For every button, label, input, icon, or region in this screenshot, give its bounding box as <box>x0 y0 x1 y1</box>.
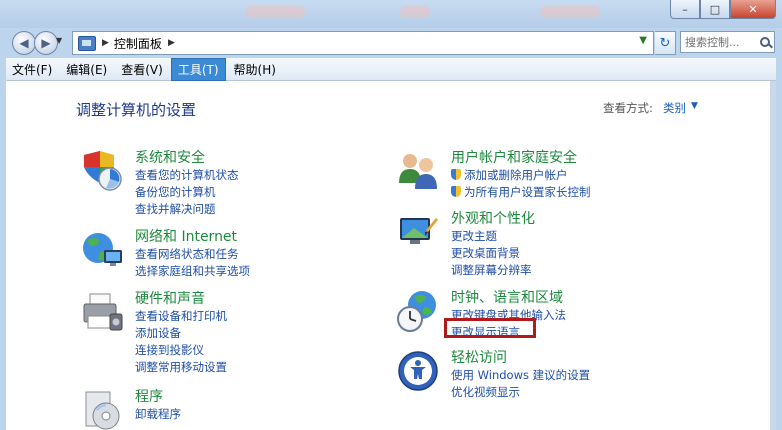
uac-shield-icon <box>451 186 461 197</box>
category-links: 卸载程序 <box>135 406 181 423</box>
display-personalize-icon[interactable] <box>396 210 440 254</box>
category-links: 添加或删除用户帐户 为所有用户设置家长控制 <box>451 167 591 201</box>
forward-button[interactable]: ▶ <box>34 31 58 55</box>
close-button[interactable]: ✕ <box>730 0 776 19</box>
menu-file[interactable]: 文件(F) <box>6 59 58 80</box>
link-change-theme[interactable]: 更改主题 <box>451 228 532 245</box>
link-add-device[interactable]: 添加设备 <box>135 325 227 342</box>
breadcrumb-chevron-icon[interactable]: ▶ <box>168 38 175 48</box>
clock-globe-icon[interactable] <box>396 289 440 333</box>
back-button[interactable]: ◀ <box>12 31 36 55</box>
category-title[interactable]: 系统和安全 <box>135 147 205 167</box>
menu-bar: 文件(F) 编辑(E) 查看(V) 工具(T) 帮助(H) <box>6 57 776 81</box>
category-title[interactable]: 时钟、语言和区域 <box>451 287 563 307</box>
category-title[interactable]: 硬件和声音 <box>135 288 205 308</box>
link-text: 为所有用户设置家长控制 <box>464 185 591 199</box>
category-links: 更改主题 更改桌面背景 调整屏幕分辨率 <box>451 228 532 279</box>
view-by-chevron-icon[interactable]: ▼ <box>691 101 698 111</box>
link-uninstall-program[interactable]: 卸载程序 <box>135 406 181 423</box>
category-title[interactable]: 网络和 Internet <box>135 226 237 246</box>
link-homegroup-sharing[interactable]: 选择家庭组和共享选项 <box>135 263 250 280</box>
link-change-background[interactable]: 更改桌面背景 <box>451 245 532 262</box>
control-panel-content: 调整计算机的设置 查看方式: 类别 ▼ 系统和安全 查看您的计算机状态 备份您的… <box>6 81 776 430</box>
category-links: 查看设备和打印机 添加设备 连接到投影仪 调整常用移动设置 <box>135 308 227 376</box>
title-glow <box>400 6 430 18</box>
window-controls: – □ ✕ <box>670 0 776 19</box>
link-parental-controls[interactable]: 为所有用户设置家长控制 <box>451 184 591 201</box>
ease-of-access-icon[interactable] <box>396 349 440 393</box>
link-view-computer-status[interactable]: 查看您的计算机状态 <box>135 167 239 184</box>
link-mobility-settings[interactable]: 调整常用移动设置 <box>135 359 227 376</box>
breadcrumb-separator-icon[interactable]: ▶ <box>102 38 109 48</box>
window-right-border <box>770 81 776 430</box>
address-dropdown-icon[interactable]: ▼ <box>639 35 647 46</box>
link-connect-projector[interactable]: 连接到投影仪 <box>135 342 227 359</box>
menu-tools[interactable]: 工具(T) <box>170 57 226 81</box>
title-bar: – □ ✕ <box>0 0 782 28</box>
highlight-box <box>444 318 536 338</box>
category-title[interactable]: 用户帐户和家庭安全 <box>451 147 577 167</box>
breadcrumb-control-panel[interactable]: 控制面板 <box>114 35 162 52</box>
category-title[interactable]: 程序 <box>135 386 163 406</box>
menu-help[interactable]: 帮助(H) <box>228 59 282 80</box>
category-title[interactable]: 轻松访问 <box>451 347 507 367</box>
category-links: 查看您的计算机状态 备份您的计算机 查找并解决问题 <box>135 167 239 218</box>
programs-disc-icon[interactable] <box>80 388 124 430</box>
category-links: 使用 Windows 建议的设置 优化视频显示 <box>451 367 590 401</box>
maximize-button[interactable]: □ <box>700 0 730 19</box>
link-view-network-status[interactable]: 查看网络状态和任务 <box>135 246 250 263</box>
navigation-bar: ◀ ▶ ▼ ▶ 控制面板 ▶ ▼ ↻ <box>0 28 782 58</box>
view-by-dropdown[interactable]: 类别 <box>663 100 686 116</box>
users-icon[interactable] <box>396 149 440 193</box>
link-troubleshoot[interactable]: 查找并解决问题 <box>135 201 239 218</box>
link-windows-recommended-settings[interactable]: 使用 Windows 建议的设置 <box>451 367 590 384</box>
search-box[interactable] <box>680 31 775 53</box>
link-devices-printers[interactable]: 查看设备和打印机 <box>135 308 227 325</box>
link-add-remove-users[interactable]: 添加或删除用户帐户 <box>451 167 591 184</box>
search-icon[interactable] <box>760 37 770 47</box>
minimize-button[interactable]: – <box>670 0 700 19</box>
link-optimize-visual-display[interactable]: 优化视频显示 <box>451 384 590 401</box>
control-panel-icon <box>78 35 96 51</box>
address-bar[interactable]: ▶ 控制面板 ▶ ▼ <box>72 31 654 55</box>
title-glow <box>540 6 600 18</box>
link-text: 添加或删除用户帐户 <box>464 168 568 182</box>
menu-edit[interactable]: 编辑(E) <box>60 59 113 80</box>
title-glow <box>245 6 305 18</box>
search-input[interactable] <box>685 35 755 49</box>
menu-view[interactable]: 查看(V) <box>115 59 169 80</box>
view-by-label: 查看方式: <box>603 101 653 115</box>
system-security-icon[interactable] <box>80 149 124 193</box>
page-title: 调整计算机的设置 <box>76 101 197 119</box>
printer-icon[interactable] <box>80 290 124 334</box>
category-links: 查看网络状态和任务 选择家庭组和共享选项 <box>135 246 250 280</box>
refresh-button[interactable]: ↻ <box>655 31 676 55</box>
link-backup-computer[interactable]: 备份您的计算机 <box>135 184 239 201</box>
recent-pages-dropdown-icon[interactable]: ▼ <box>56 36 62 45</box>
uac-shield-icon <box>451 169 461 180</box>
network-globe-icon[interactable] <box>80 228 124 272</box>
link-screen-resolution[interactable]: 调整屏幕分辨率 <box>451 262 532 279</box>
category-title[interactable]: 外观和个性化 <box>451 208 535 228</box>
